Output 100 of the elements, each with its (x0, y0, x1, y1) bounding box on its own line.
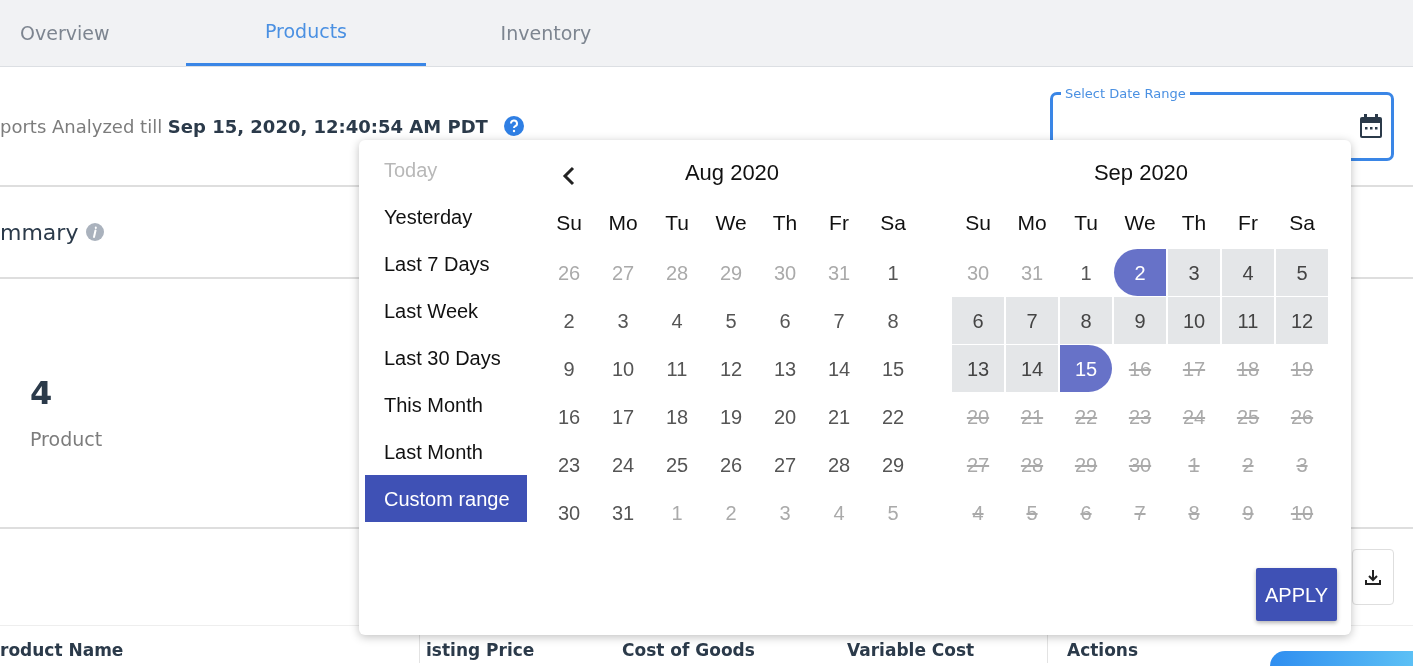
calendar-day[interactable]: 4 (651, 297, 703, 344)
apply-button[interactable]: APPLY (1256, 568, 1337, 621)
calendar-day[interactable]: 31 (597, 489, 649, 536)
calendar-day: 25 (1222, 393, 1274, 440)
calendar-day[interactable]: 30 (543, 489, 595, 536)
range-option[interactable]: Custom range (365, 475, 527, 522)
range-option[interactable]: Yesterday (365, 193, 527, 240)
report-status-text: ports Analyzed till Sep 15, 2020, 12:40:54 AM PDT (0, 114, 488, 139)
calendar-day: 20 (952, 393, 1004, 440)
calendar-day[interactable]: 4 (1222, 249, 1274, 296)
range-option[interactable]: Last 30 Days (365, 334, 527, 381)
calendar-day: 16 (1114, 345, 1166, 392)
calendar-day[interactable]: 27 (759, 441, 811, 488)
calendar-day[interactable]: 6 (759, 297, 811, 344)
calendar-day[interactable]: 2 (1114, 249, 1166, 296)
range-option[interactable]: Last Month (365, 428, 527, 475)
calendar-day[interactable]: 18 (651, 393, 703, 440)
calendar-day: 27 (952, 441, 1004, 488)
help-icon[interactable] (503, 116, 524, 136)
weekday-label: Th (1180, 210, 1208, 237)
calendar-day: 6 (1060, 489, 1112, 536)
weekday-label: Fr (828, 210, 850, 237)
month-title: Aug 2020 (684, 158, 780, 187)
calendar-day: 10 (1276, 489, 1328, 536)
calendar-day[interactable]: 29 (867, 441, 919, 488)
calendar-day: 9 (1222, 489, 1274, 536)
calendar-day[interactable]: 9 (543, 345, 595, 392)
calendar-day[interactable]: 15 (867, 345, 919, 392)
calendar-day[interactable]: 14 (1006, 345, 1058, 392)
column-header: Actions (1067, 638, 1139, 662)
range-option[interactable]: This Month (365, 381, 527, 428)
weekday-label: We (714, 210, 748, 237)
calendar-day[interactable]: 24 (597, 441, 649, 488)
calendar-day: 3 (1276, 441, 1328, 488)
calendar-icon[interactable] (1359, 113, 1383, 139)
calendar-day[interactable]: 16 (543, 393, 595, 440)
stat-value: 4 (30, 376, 53, 409)
range-option[interactable]: Last 7 Days (365, 240, 527, 287)
month-title: Sep 2020 (1093, 158, 1189, 187)
download-icon (1364, 568, 1382, 586)
calendar-day: 7 (1114, 489, 1166, 536)
calendar-day[interactable]: 5 (1276, 249, 1328, 296)
calendar-day[interactable]: 23 (543, 441, 595, 488)
calendar-day[interactable]: 7 (1006, 297, 1058, 344)
weekday-label: Mo (1016, 210, 1048, 237)
weekday-label: Su (964, 210, 992, 237)
calendar-day[interactable]: 8 (867, 297, 919, 344)
weekday-label: Tu (664, 210, 690, 237)
calendar-day[interactable]: 1 (1060, 249, 1112, 296)
calendar-day[interactable]: 12 (705, 345, 757, 392)
calendar-day[interactable]: 14 (813, 345, 865, 392)
calendar-day: 1 (1168, 441, 1220, 488)
calendar-day[interactable]: 25 (651, 441, 703, 488)
calendar-day: 21 (1006, 393, 1058, 440)
calendar-day: 29 (1060, 441, 1112, 488)
calendar-day: 18 (1222, 345, 1274, 392)
calendar-day[interactable]: 10 (1168, 297, 1220, 344)
calendar-day[interactable]: 20 (759, 393, 811, 440)
column-header: Variable Cost (847, 638, 975, 662)
range-option[interactable]: Last Week (365, 287, 527, 334)
calendar-day[interactable]: 13 (759, 345, 811, 392)
weekday-label: Mo (607, 210, 639, 237)
calendar-day[interactable]: 26 (705, 441, 757, 488)
calendar-day[interactable]: 22 (867, 393, 919, 440)
calendar-day[interactable]: 8 (1060, 297, 1112, 344)
calendar-day[interactable]: 15 (1060, 345, 1112, 392)
calendar-day[interactable]: 28 (813, 441, 865, 488)
calendar-day[interactable]: 1 (867, 249, 919, 296)
weekday-label: Sa (879, 210, 907, 237)
calendar-day: 2 (1222, 441, 1274, 488)
calendar-day[interactable]: 12 (1276, 297, 1328, 344)
calendar-day[interactable]: 10 (597, 345, 649, 392)
calendar-day: 22 (1060, 393, 1112, 440)
section-title: mmary (0, 218, 79, 247)
calendar-day[interactable]: 13 (952, 345, 1004, 392)
calendar-day[interactable]: 6 (952, 297, 1004, 344)
calendar-day[interactable]: 9 (1114, 297, 1166, 344)
column-header: Cost of Goods (622, 638, 755, 662)
calendar-day: 5 (1006, 489, 1058, 536)
calendar-day[interactable]: 7 (813, 297, 865, 344)
weekday-label: Su (555, 210, 583, 237)
calendar-day: 4 (952, 489, 1004, 536)
calendar-day[interactable]: 3 (597, 297, 649, 344)
calendar-day: 30 (1114, 441, 1166, 488)
calendar-day: 19 (1276, 345, 1328, 392)
weekday-label: Sa (1288, 210, 1316, 237)
calendar-day[interactable]: 11 (651, 345, 703, 392)
column-header: roduct Name (0, 638, 124, 662)
weekday-label: Th (771, 210, 799, 237)
calendar-day[interactable]: 19 (705, 393, 757, 440)
calendar-day: 26 (1276, 393, 1328, 440)
calendar-day[interactable]: 17 (597, 393, 649, 440)
calendar-day[interactable]: 21 (813, 393, 865, 440)
calendar-day[interactable]: 3 (1168, 249, 1220, 296)
calendar-day[interactable]: 11 (1222, 297, 1274, 344)
download-button[interactable] (1352, 549, 1394, 605)
calendar-day[interactable]: 2 (543, 297, 595, 344)
calendar-day[interactable]: 5 (705, 297, 757, 344)
calendar-day: 8 (1168, 489, 1220, 536)
column-header: isting Price (426, 638, 535, 662)
